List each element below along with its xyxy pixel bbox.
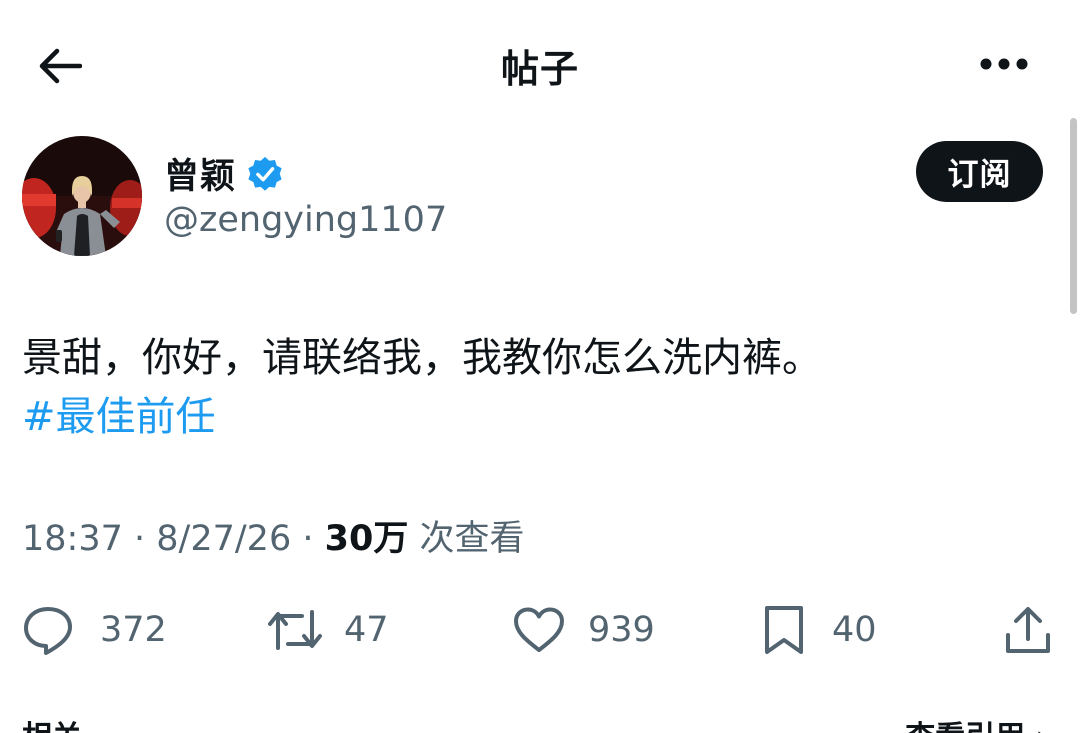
bookmark-icon [765,606,803,654]
repost-button[interactable]: 47 [266,602,389,658]
view-quotes-link[interactable]: 查看引用 › [905,712,1048,733]
post-page: 帖子 曾颖 @zengying1107 订阅 景甜，你好，请联络我，我教你怎么洗… [0,0,1080,733]
author-row: 曾颖 [164,148,284,199]
bookmark-button[interactable]: 40 [762,602,877,658]
post-date[interactable]: 8/27/26 [156,519,291,559]
author-handle[interactable]: @zengying1107 [164,200,447,240]
views-label: 次查看 [419,519,525,559]
more-horizontal-icon [980,58,1028,70]
views-count: 30万 [324,519,409,559]
hashtag-link[interactable]: #最佳前任 [22,387,216,447]
reply-count: 372 [100,610,167,650]
avatar[interactable] [22,136,142,256]
reply-button[interactable]: 372 [22,602,167,658]
like-count: 939 [588,610,655,650]
reply-icon [24,607,72,655]
avatar-image [22,136,142,256]
share-button[interactable] [1004,602,1052,658]
heart-icon [514,607,564,652]
post-meta: 18:37 · 8/27/26 · 30万 次查看 [22,514,525,564]
subscribe-button[interactable]: 订阅 [916,141,1043,202]
meta-separator: · [134,519,157,559]
display-name[interactable]: 曾颖 [164,148,236,199]
more-button[interactable] [976,50,1032,78]
meta-separator: · [302,519,325,559]
share-icon [1006,607,1050,653]
like-button[interactable]: 939 [512,602,655,658]
related-label[interactable]: 相关 [22,712,82,733]
repost-count: 47 [344,610,389,650]
page-title: 帖子 [500,47,579,91]
verified-badge-icon [248,156,282,191]
scrollbar[interactable] [1070,118,1077,314]
post-text: 景甜，你好，请联络我，我教你怎么洗内裤。 [22,335,822,381]
post-time[interactable]: 18:37 [22,519,123,559]
repost-icon [268,610,322,650]
bookmark-count: 40 [832,610,877,650]
